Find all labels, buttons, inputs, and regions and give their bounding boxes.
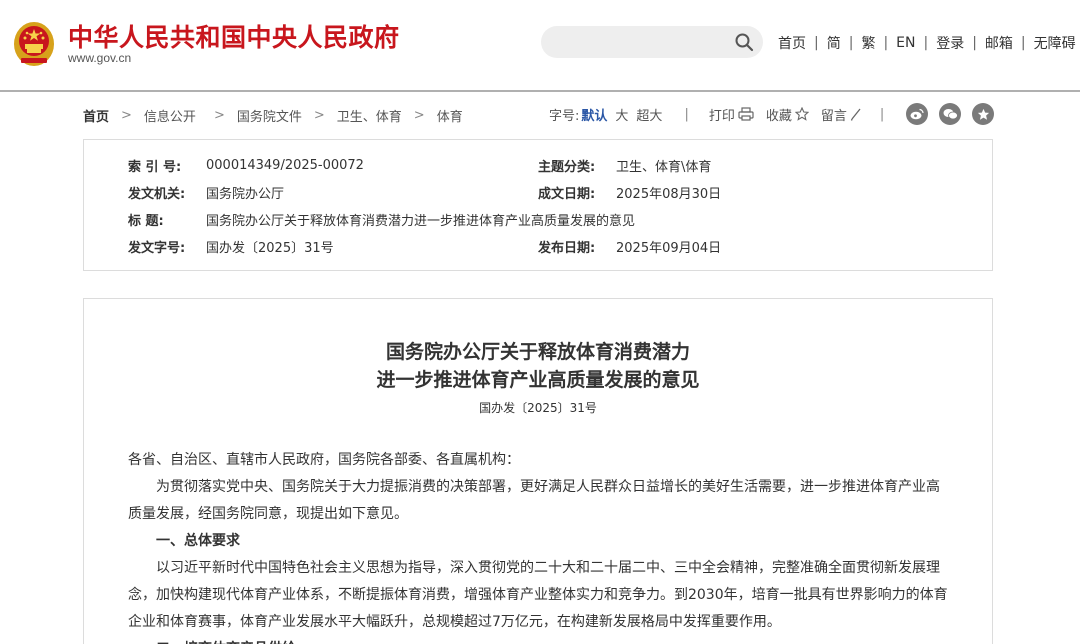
favorite-button[interactable]: 收藏 bbox=[766, 105, 809, 124]
nav-simplified[interactable]: 简 bbox=[827, 33, 841, 53]
article-intro: 为贯彻落实党中央、国务院关于大力提振消费的决策部署，更好满足人民群众日益增长的美… bbox=[128, 479, 940, 522]
site-url: www.gov.cn bbox=[68, 51, 132, 65]
wechat-icon bbox=[943, 109, 958, 120]
print-label: 打印 bbox=[708, 108, 735, 124]
nav-english[interactable]: EN bbox=[896, 35, 915, 51]
article-title-line-2: 进一步推进体育产业高质量发展的意见 bbox=[376, 369, 700, 391]
section-heading-2: 二、培育体育产品供给 bbox=[128, 636, 948, 644]
national-emblem-icon[interactable] bbox=[12, 20, 56, 68]
comment-button[interactable]: 留言 bbox=[821, 105, 862, 124]
chevron-right-icon: > bbox=[213, 107, 225, 123]
share-icons bbox=[906, 103, 1005, 125]
nav-separator: | bbox=[814, 35, 819, 51]
article-salutation: 各省、自治区、直辖市人民政府，国务院各部委、各直属机构： bbox=[128, 452, 520, 468]
breadcrumb-info-public[interactable]: 信息公开 bbox=[144, 106, 196, 125]
nav-accessibility[interactable]: 无障碍 bbox=[1034, 33, 1076, 53]
topic-value: 卫生、体育\体育 bbox=[616, 159, 712, 175]
breadcrumb-sports[interactable]: 体育 bbox=[437, 106, 463, 125]
breadcrumb-state-council-docs[interactable]: 国务院文件 bbox=[237, 106, 302, 125]
article-doc-number: 国办发〔2025〕31号 bbox=[479, 401, 597, 415]
tools-divider: | bbox=[684, 106, 689, 122]
nav-traditional[interactable]: 繁 bbox=[861, 33, 875, 53]
nav-separator: | bbox=[1020, 35, 1026, 51]
printer-icon bbox=[738, 107, 754, 121]
site-header: 中华人民共和国中央人民政府 www.gov.cn 首页 | 简 | 繁 | EN… bbox=[0, 0, 1080, 90]
pencil-icon bbox=[850, 108, 861, 121]
article-title-line-1: 国务院办公厅关于释放体育消费潜力 bbox=[385, 341, 690, 363]
issuer-label: 发文机关: bbox=[128, 186, 186, 202]
site-title[interactable]: 中华人民共和国中央人民政府 bbox=[68, 18, 400, 54]
chevron-right-icon: > bbox=[313, 107, 325, 123]
star-icon bbox=[794, 107, 809, 121]
tools-divider: | bbox=[879, 106, 885, 122]
docno-value: 国办发〔2025〕31号 bbox=[206, 240, 334, 256]
print-button[interactable]: 打印 bbox=[709, 105, 754, 124]
date-value: 2025年08月30日 bbox=[616, 186, 722, 202]
date-label: 成文日期: bbox=[538, 186, 596, 202]
index-label: 索 引 号: bbox=[128, 159, 182, 175]
title-value: 国务院办公厅关于释放体育消费潜力进一步推进体育产业高质量发展的意见 bbox=[206, 213, 636, 229]
font-size-default[interactable]: 默认 bbox=[581, 105, 607, 124]
issuer-value: 国务院办公厅 bbox=[206, 186, 285, 202]
article-body: 国务院办公厅关于释放体育消费潜力 进一步推进体育产业高质量发展的意见 国办发〔2… bbox=[83, 298, 993, 644]
page-tools: 字号: 默认 大 超大 | 打印 收藏 留言 | bbox=[549, 104, 884, 124]
breadcrumb-health-sports[interactable]: 卫生、体育 bbox=[337, 106, 402, 125]
star-icon bbox=[977, 108, 989, 120]
article-paragraph-1: 以习近平新时代中国特色社会主义思想为指导，深入贯彻党的二十大和二十届二中、三中全… bbox=[128, 560, 948, 630]
favorite-label: 收藏 bbox=[765, 108, 792, 124]
docno-label: 发文字号: bbox=[128, 240, 186, 256]
topic-label: 主题分类: bbox=[538, 159, 596, 175]
comment-label: 留言 bbox=[820, 108, 847, 124]
nav-mailbox[interactable]: 邮箱 bbox=[985, 33, 1013, 53]
title-label: 标 题: bbox=[128, 213, 164, 229]
meta-row-pubdate: 发布日期: 2025年09月04日 bbox=[538, 236, 721, 256]
nav-separator: | bbox=[923, 35, 929, 51]
meta-row-index: 索 引 号: 000014349/2025-00072 bbox=[128, 155, 364, 175]
font-size-xlarge[interactable]: 超大 bbox=[636, 105, 662, 124]
breadcrumb: 首页 > 信息公开 > 国务院文件 > 卫生、体育 > 体育 bbox=[83, 106, 463, 125]
meta-row-docno: 发文字号: 国办发〔2025〕31号 bbox=[128, 236, 334, 256]
breadcrumb-home[interactable]: 首页 bbox=[83, 106, 109, 125]
index-value: 000014349/2025-00072 bbox=[206, 157, 364, 173]
meta-row-issuer: 发文机关: 国务院办公厅 bbox=[128, 182, 284, 202]
font-size-label: 字号: bbox=[549, 108, 580, 124]
search-input[interactable] bbox=[541, 26, 763, 58]
nav-separator: | bbox=[972, 35, 977, 51]
font-size-large[interactable]: 大 bbox=[615, 105, 628, 124]
nav-home[interactable]: 首页 bbox=[778, 33, 806, 53]
nav-login[interactable]: 登录 bbox=[936, 33, 964, 53]
weibo-icon bbox=[910, 108, 924, 120]
nav-separator: | bbox=[848, 35, 854, 51]
search-icon[interactable] bbox=[734, 32, 754, 52]
favorite-share-button[interactable] bbox=[972, 103, 994, 125]
weibo-share-button[interactable] bbox=[906, 103, 928, 125]
section-heading-1: 一、总体要求 bbox=[156, 533, 240, 549]
chevron-right-icon: > bbox=[413, 107, 425, 123]
wechat-share-button[interactable] bbox=[939, 103, 961, 125]
top-nav: 首页 | 简 | 繁 | EN | 登录 | 邮箱 | 无障碍 bbox=[778, 33, 1076, 53]
document-metadata: 索 引 号: 000014349/2025-00072 主题分类: 卫生、体育\… bbox=[83, 139, 993, 271]
meta-row-topic: 主题分类: 卫生、体育\体育 bbox=[538, 155, 711, 175]
meta-row-title: 标 题: 国务院办公厅关于释放体育消费潜力进一步推进体育产业高质量发展的意见 bbox=[128, 209, 635, 229]
pubdate-label: 发布日期: bbox=[538, 240, 596, 256]
header-divider bbox=[0, 90, 1080, 92]
pubdate-value: 2025年09月04日 bbox=[616, 240, 722, 256]
chevron-right-icon: > bbox=[121, 107, 132, 123]
nav-separator: | bbox=[883, 35, 889, 51]
meta-row-date: 成文日期: 2025年08月30日 bbox=[538, 182, 721, 202]
